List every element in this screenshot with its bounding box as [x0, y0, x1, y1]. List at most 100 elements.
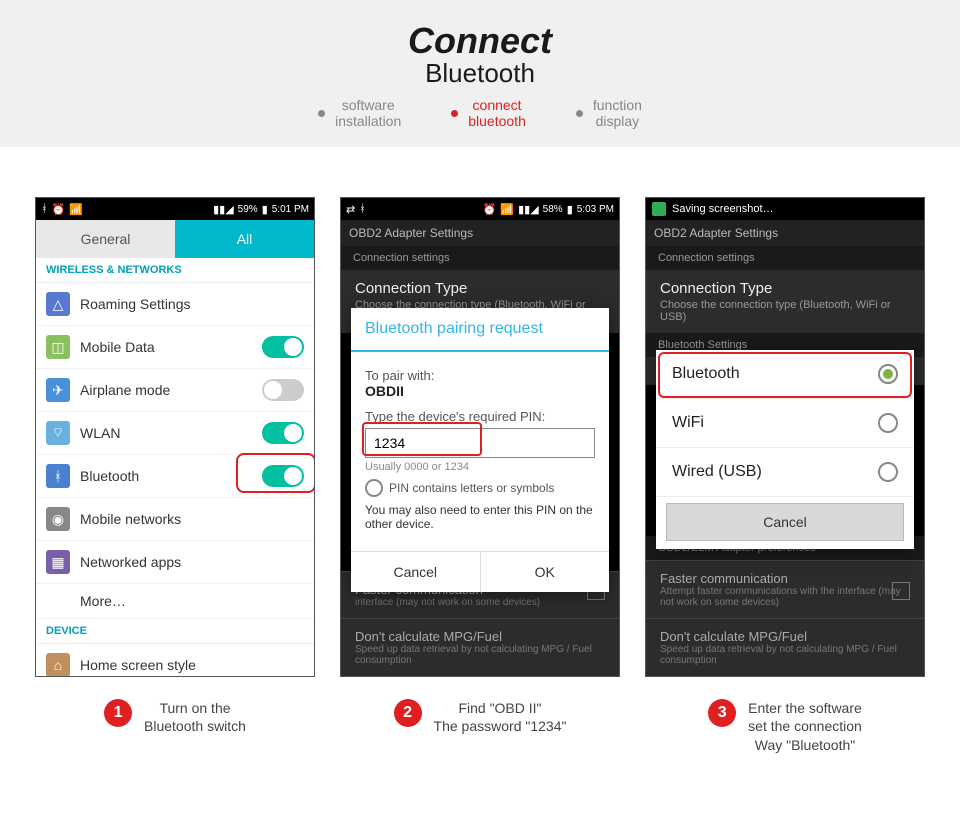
wifi-icon: 📶 — [69, 203, 83, 216]
dialog-buttons: Cancel OK — [351, 551, 609, 592]
dot-icon — [451, 110, 458, 117]
pairing-dialog: Bluetooth pairing request To pair with: … — [351, 308, 609, 592]
row-networked-apps[interactable]: ▦ Networked apps — [36, 541, 314, 584]
roaming-icon: △ — [46, 292, 70, 316]
row-more[interactable]: More… — [36, 584, 314, 619]
phone-col-3: Saving screenshot… OBD2 Adapter Settings… — [645, 197, 925, 754]
screenshot-icon — [652, 202, 666, 216]
dialog-body: To pair with: OBDII Type the device's re… — [351, 352, 609, 541]
phone-col-2: ⇄ ᚼ ⏰ 📶 ▮▮◢ 58% ▮ 5:03 PM OBD2 Adapter S… — [340, 197, 620, 754]
battery-icon: ▮ — [262, 203, 268, 216]
dot-icon — [318, 110, 325, 117]
battery-icon: ▮ — [567, 203, 573, 216]
radio-icon — [878, 462, 898, 482]
saving-notification: Saving screenshot… — [646, 198, 924, 220]
step-badge: 1 — [104, 699, 132, 727]
phone-3: Saving screenshot… OBD2 Adapter Settings… — [645, 197, 925, 677]
title-main: Connect — [0, 20, 960, 62]
bluetooth-icon: ᚼ — [46, 464, 70, 488]
row-label: Mobile Data — [80, 339, 262, 355]
step-badge: 2 — [394, 699, 422, 727]
screen-header: OBD2 Adapter Settings — [646, 220, 924, 246]
header-band: Connect Bluetooth softwareinstallation c… — [0, 0, 960, 147]
pin-letters-checkbox[interactable]: PIN contains letters or symbols — [365, 479, 595, 497]
radio-icon — [365, 479, 383, 497]
wifi-icon: ⌔ — [46, 421, 70, 445]
clock-text: 5:01 PM — [272, 204, 309, 215]
airplane-toggle[interactable] — [262, 379, 304, 401]
title-sub: Bluetooth — [0, 58, 960, 89]
section-device: DEVICE — [36, 619, 314, 644]
phones-row: ᚼ ⏰ 📶 ▮▮◢ 59% ▮ 5:01 PM General All WIRE… — [0, 197, 960, 754]
mobile-data-icon: ◫ — [46, 335, 70, 359]
row-home-screen[interactable]: ⌂ Home screen style — [36, 644, 314, 677]
bluetooth-toggle[interactable] — [262, 465, 304, 487]
phone-col-1: ᚼ ⏰ 📶 ▮▮◢ 59% ▮ 5:01 PM General All WIRE… — [35, 197, 315, 754]
caption-3: 3 Enter the software set the connection … — [645, 699, 925, 754]
saving-text: Saving screenshot… — [672, 203, 774, 215]
step-badge: 3 — [708, 699, 736, 727]
settings-tabs: General All — [36, 220, 314, 258]
cancel-button[interactable]: Cancel — [351, 552, 480, 592]
row-airplane[interactable]: ✈ Airplane mode — [36, 369, 314, 412]
crumb-software: softwareinstallation — [318, 97, 401, 129]
option-label: Wired (USB) — [672, 463, 762, 481]
tab-general[interactable]: General — [36, 220, 175, 258]
connection-type-row[interactable]: Connection Type Choose the connection ty… — [646, 270, 924, 333]
mobile-data-toggle[interactable] — [262, 336, 304, 358]
conn-type-sub: Choose the connection type (Bluetooth, W… — [660, 299, 910, 323]
pair-label: To pair with: — [365, 368, 595, 383]
row-wlan[interactable]: ⌔ WLAN — [36, 412, 314, 455]
row-label: Airplane mode — [80, 382, 262, 398]
wlan-toggle[interactable] — [262, 422, 304, 444]
option-bluetooth[interactable]: Bluetooth — [656, 350, 914, 399]
row-bluetooth[interactable]: ᚼ Bluetooth — [36, 455, 314, 498]
caption-text: Turn on the Bluetooth switch — [144, 699, 246, 735]
bluetooth-icon: ᚼ — [359, 203, 366, 215]
tab-all[interactable]: All — [175, 220, 314, 258]
conn-type-title: Connection Type — [660, 280, 910, 297]
option-wifi[interactable]: WiFi — [656, 399, 914, 448]
row-faster-comm[interactable]: Faster communication Attempt faster comm… — [646, 560, 924, 618]
row-label: Networked apps — [80, 554, 304, 570]
row-roaming[interactable]: △ Roaming Settings — [36, 283, 314, 326]
section-wireless: WIRELESS & NETWORKS — [36, 258, 314, 283]
row-label: Mobile networks — [80, 511, 304, 527]
option-label: Bluetooth — [672, 365, 740, 383]
crumb-connect: connectbluetooth — [451, 97, 526, 129]
battery-text: 58% — [543, 204, 563, 215]
pin-input[interactable] — [365, 428, 595, 458]
cancel-button[interactable]: Cancel — [666, 503, 904, 541]
bluetooth-icon: ᚼ — [41, 203, 48, 215]
settings-list[interactable]: WIRELESS & NETWORKS △ Roaming Settings ◫… — [36, 258, 314, 677]
clock-text: 5:03 PM — [577, 204, 614, 215]
connection-type-dialog: Bluetooth WiFi Wired (USB) Cancel — [656, 350, 914, 549]
title-block: Connect Bluetooth — [0, 20, 960, 89]
row-mpg[interactable]: Don't calculate MPG/Fuel Speed up data r… — [341, 618, 619, 676]
ok-button[interactable]: OK — [480, 552, 610, 592]
wifi-icon: 📶 — [500, 203, 514, 216]
row-label: More… — [80, 593, 304, 609]
dot-icon — [576, 110, 583, 117]
alarm-icon: ⏰ — [52, 203, 66, 216]
pair-value: OBDII — [365, 383, 595, 399]
caption-2: 2 Find "OBD II" The password "1234" — [340, 699, 620, 735]
link-icon: ⇄ — [346, 203, 355, 216]
status-bar: ⇄ ᚼ ⏰ 📶 ▮▮◢ 58% ▮ 5:03 PM — [341, 198, 619, 220]
network-icon: ◉ — [46, 507, 70, 531]
option-wired[interactable]: Wired (USB) — [656, 448, 914, 497]
row-mobile-data[interactable]: ◫ Mobile Data — [36, 326, 314, 369]
row-mobile-networks[interactable]: ◉ Mobile networks — [36, 498, 314, 541]
alarm-icon: ⏰ — [483, 203, 497, 216]
caption-text: Find "OBD II" The password "1234" — [434, 699, 567, 735]
airplane-icon: ✈ — [46, 378, 70, 402]
screen-subheader: Connection settings — [646, 246, 924, 270]
dialog-note: You may also need to enter this PIN on t… — [365, 503, 595, 531]
phone-2: ⇄ ᚼ ⏰ 📶 ▮▮◢ 58% ▮ 5:03 PM OBD2 Adapter S… — [340, 197, 620, 677]
row-label: Bluetooth — [80, 468, 262, 484]
phone-1: ᚼ ⏰ 📶 ▮▮◢ 59% ▮ 5:01 PM General All WIRE… — [35, 197, 315, 677]
row-label: Roaming Settings — [80, 296, 304, 312]
row-mpg[interactable]: Don't calculate MPG/Fuel Speed up data r… — [646, 618, 924, 676]
radio-icon — [878, 364, 898, 384]
pin-label: Type the device's required PIN: — [365, 409, 595, 424]
